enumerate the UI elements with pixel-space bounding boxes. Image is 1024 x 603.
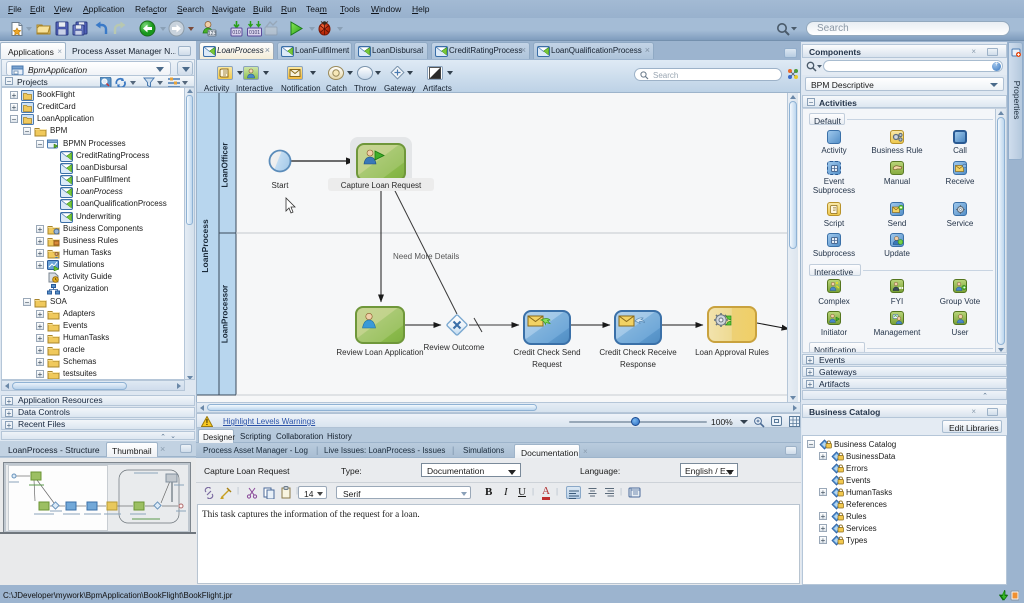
svg-text:123: 123 bbox=[208, 31, 217, 37]
svg-text:Review Outcome: Review Outcome bbox=[424, 343, 485, 352]
svg-text:LoanProcess: LoanProcess bbox=[200, 219, 210, 273]
svg-text:Response: Response bbox=[620, 360, 657, 369]
svg-text:Review Loan Application: Review Loan Application bbox=[336, 348, 423, 357]
svg-text:Loan Approval Rules: Loan Approval Rules bbox=[695, 348, 769, 357]
svg-text:Request: Request bbox=[532, 360, 563, 369]
svg-text:!: ! bbox=[206, 418, 209, 427]
svg-text:010: 010 bbox=[232, 30, 241, 36]
svg-text:Start: Start bbox=[272, 181, 290, 190]
svg-text:Credit Check Receive: Credit Check Receive bbox=[599, 348, 677, 357]
svg-text:LoanOfficer: LoanOfficer bbox=[221, 143, 230, 188]
svg-text:Need More Details: Need More Details bbox=[393, 252, 459, 261]
svg-text:0101: 0101 bbox=[249, 30, 260, 36]
svg-text:Credit Check Send: Credit Check Send bbox=[513, 348, 580, 357]
svg-text:Capture Loan Request: Capture Loan Request bbox=[341, 181, 422, 190]
svg-text:LoanProcessor: LoanProcessor bbox=[221, 285, 230, 343]
